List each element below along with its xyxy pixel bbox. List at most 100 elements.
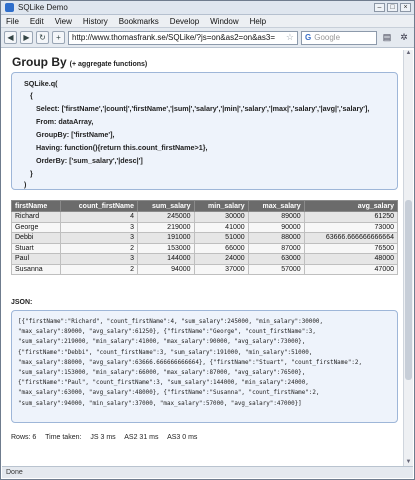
- search-input[interactable]: G Google: [301, 30, 377, 45]
- minimize-icon[interactable]: –: [374, 3, 385, 12]
- table-cell: 2: [59, 242, 139, 254]
- window-controls: – □ ×: [374, 3, 414, 12]
- table-cell: George: [11, 221, 61, 233]
- page-title-note: (+ aggregate functions): [69, 61, 148, 68]
- menu-file[interactable]: File: [6, 17, 19, 26]
- bookmark-star-icon[interactable]: ☆: [286, 32, 294, 43]
- table-row: Paul 3 144000 24000 63000 48000: [11, 253, 399, 265]
- table-cell: 144000: [137, 253, 195, 265]
- table-cell: 24000: [193, 253, 249, 265]
- code-line: SQLike.q(: [24, 79, 58, 88]
- table-cell: 245000: [137, 211, 195, 223]
- menu-history[interactable]: History: [83, 17, 108, 26]
- table-cell: 3: [59, 221, 139, 233]
- code-line: Select: ['firstName','|count|','firstNam…: [36, 104, 370, 113]
- table-cell: 57000: [247, 263, 305, 275]
- window-title: SQLike Demo: [18, 3, 68, 12]
- table-cell: 90000: [247, 221, 305, 233]
- table-cell: 73000: [303, 221, 399, 233]
- browser-window: SQLike Demo – □ × File Edit View History…: [0, 0, 415, 480]
- table-cell: 30000: [193, 211, 249, 223]
- table-cell: 219000: [137, 221, 195, 233]
- page-icon[interactable]: ▤: [380, 31, 394, 44]
- table-cell: 48000: [303, 253, 399, 265]
- nav-toolbar: ◀ ▶ ↻ + http://www.thomasfrank.se/SQLike…: [1, 28, 414, 48]
- menu-bar: File Edit View History Bookmarks Develop…: [1, 15, 414, 28]
- table-cell: 153000: [137, 242, 195, 254]
- column-header: avg_salary: [303, 200, 399, 212]
- table-cell: 89000: [247, 211, 305, 223]
- google-icon: G: [305, 33, 312, 42]
- code-line: {: [30, 91, 33, 100]
- table-cell: 63000: [247, 253, 305, 265]
- add-icon[interactable]: +: [52, 31, 65, 44]
- code-line: GroupBy: ['firstName'],: [36, 130, 115, 139]
- table-cell: 87000: [247, 242, 305, 254]
- menu-help[interactable]: Help: [250, 17, 266, 26]
- address-bar[interactable]: http://www.thomasfrank.se/SQLike/?js=on&…: [68, 30, 298, 45]
- vertical-scrollbar[interactable]: ▲ ▼: [403, 50, 413, 468]
- json-line: "sum_salary":153000, "min_salary":66000,…: [18, 370, 306, 377]
- gear-icon[interactable]: ✲: [397, 31, 411, 44]
- table-cell: 47000: [303, 263, 399, 275]
- row-count: Rows: 6: [11, 434, 37, 441]
- menu-develop[interactable]: Develop: [170, 17, 199, 26]
- table-cell: 76500: [303, 242, 399, 254]
- table-cell: 3: [59, 253, 139, 265]
- timing-stats: Rows: 6 Time taken: JS 3 ms AS2 31 ms AS…: [11, 434, 204, 441]
- code-line: ): [24, 180, 27, 189]
- column-header: count_firstName: [59, 200, 139, 212]
- code-line: Having: function(){return this.count_fir…: [36, 143, 208, 152]
- menu-view[interactable]: View: [55, 17, 72, 26]
- url-text: http://www.thomasfrank.se/SQLike/?js=on&…: [72, 33, 276, 42]
- table-cell: 37000: [193, 263, 249, 275]
- app-icon: [5, 3, 14, 12]
- forward-icon[interactable]: ▶: [20, 31, 33, 44]
- table-cell: 61250: [303, 211, 399, 223]
- table-row: Richard 4 245000 30000 89000 61250: [11, 211, 399, 223]
- table-cell: 191000: [137, 232, 195, 244]
- code-line: From: dataArray,: [36, 117, 94, 126]
- column-header: firstName: [11, 200, 61, 212]
- table-row: Debbi 3 191000 51000 88000 63666.6666666…: [11, 232, 399, 244]
- table-row: Stuart 2 153000 66000 87000 76500: [11, 242, 399, 254]
- table-cell: 4: [59, 211, 139, 223]
- table-cell: 66000: [193, 242, 249, 254]
- menu-edit[interactable]: Edit: [30, 17, 44, 26]
- table-cell: Susanna: [11, 263, 61, 275]
- table-cell: 88000: [247, 232, 305, 244]
- table-row: Susanna 2 94000 37000 57000 47000: [11, 263, 399, 275]
- results-table: firstName count_firstName sum_salary min…: [11, 200, 399, 275]
- column-header: min_salary: [193, 200, 249, 212]
- scroll-up-icon[interactable]: ▲: [404, 50, 413, 59]
- json-line: "max_salary":89000, "avg_salary":61250},…: [18, 329, 316, 336]
- column-header: sum_salary: [137, 200, 195, 212]
- page-title: Group By (+ aggregate functions): [12, 55, 147, 69]
- page-title-text: Group By: [12, 55, 67, 69]
- search-placeholder: Google: [314, 33, 341, 42]
- table-row: George 3 219000 41000 90000 73000: [11, 221, 399, 233]
- json-line: {"firstName":"Debbi", "count_firstName":…: [18, 349, 313, 356]
- table-cell: 41000: [193, 221, 249, 233]
- reload-icon[interactable]: ↻: [36, 31, 49, 44]
- json-line: [{"firstName":"Richard", "count_firstNam…: [18, 319, 323, 325]
- json-line: "max_salary":63000, "avg_salary":48000},…: [18, 390, 320, 397]
- status-text: Done: [6, 469, 23, 476]
- json-output: [{"firstName":"Richard", "count_firstNam…: [11, 310, 398, 423]
- json-line: {"firstName":"Paul", "count_firstName":3…: [18, 380, 309, 387]
- page-content: Group By (+ aggregate functions) SQLike.q…: [2, 50, 405, 468]
- maximize-icon[interactable]: □: [387, 3, 398, 12]
- table-cell: 94000: [137, 263, 195, 275]
- table-cell: Paul: [11, 253, 61, 265]
- json-label: JSON:: [11, 299, 33, 306]
- close-icon[interactable]: ×: [400, 3, 411, 12]
- code-box: SQLike.q( { Select: ['firstName','|count…: [11, 72, 398, 190]
- back-icon[interactable]: ◀: [4, 31, 17, 44]
- column-header: max_salary: [247, 200, 305, 212]
- json-line: "max_salary":88000, "avg_salary":63666.6…: [18, 359, 363, 366]
- menu-bookmarks[interactable]: Bookmarks: [119, 17, 159, 26]
- json-line: "sum_salary":94000, "min_salary":37000, …: [18, 400, 302, 407]
- scroll-thumb[interactable]: [405, 200, 412, 380]
- table-cell: Richard: [11, 211, 61, 223]
- menu-window[interactable]: Window: [210, 17, 238, 26]
